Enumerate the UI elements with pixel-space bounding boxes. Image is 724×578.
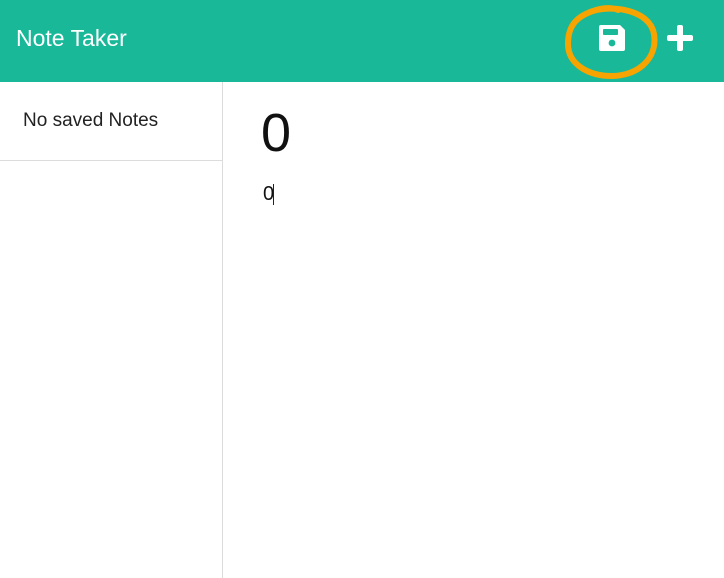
plus-icon [667, 25, 693, 51]
note-text-input[interactable]: 0 [263, 182, 703, 542]
brand-title[interactable]: Note Taker [16, 24, 127, 52]
navbar: Note Taker [0, 0, 724, 82]
notes-sidebar: No saved Notes [0, 82, 223, 578]
note-editor: 0 [223, 82, 724, 578]
save-note-button[interactable] [596, 22, 628, 54]
text-cursor [273, 184, 274, 205]
empty-notes-label: No saved Notes [23, 110, 159, 131]
empty-notes-item: No saved Notes [0, 82, 222, 161]
new-note-button[interactable] [665, 23, 695, 53]
floppy-disk-icon [599, 25, 625, 51]
note-title-input[interactable] [261, 102, 701, 164]
